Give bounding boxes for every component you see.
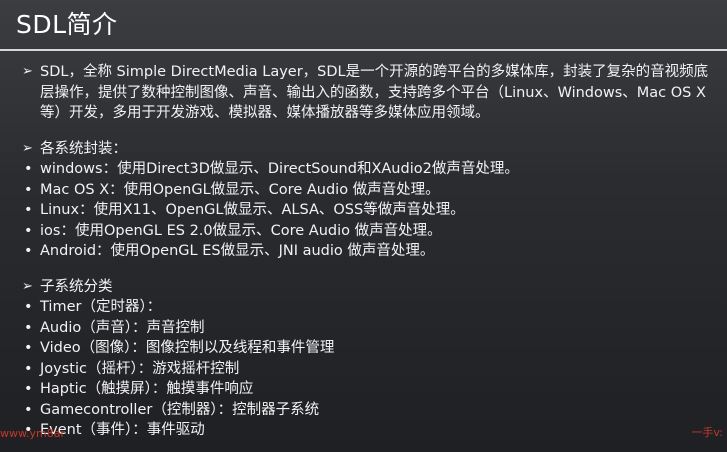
bullet-icon: • xyxy=(24,181,33,198)
watermark-left: www.ym8ar xyxy=(0,427,65,440)
list-item: • Gamecontroller（控制器）：控制器子系统 xyxy=(22,400,722,421)
bullet-icon: • xyxy=(24,243,33,259)
list-item: • ios：使用OpenGL ES 2.0做显示、Core Audio 做声音处理… xyxy=(22,221,722,242)
arrow-bullet-icon: ➢ xyxy=(22,140,33,156)
list-item: • Mac OS X：使用OpenGL做显示、Core Audio 做声音处理。 xyxy=(22,180,722,201)
bullet-icon: • xyxy=(24,319,33,336)
slide-content: ➢ SDL，全称 Simple DirectMedia Layer，SDL是一个… xyxy=(22,62,722,441)
platforms-list: • windows：使用Direct3D做显示、DirectSound和XAudi… xyxy=(22,159,722,262)
bullet-icon: • xyxy=(24,161,33,177)
subsystems-heading: ➢ 子系统分类 xyxy=(22,277,722,298)
bullet-icon: • xyxy=(24,202,33,218)
bullet-icon: • xyxy=(24,222,33,239)
list-item: • Audio（声音）：声音控制 xyxy=(22,318,722,339)
slide-title: SDL简介 xyxy=(16,10,118,39)
bullet-icon: • xyxy=(24,360,33,377)
list-item: • Android：使用OpenGL ES做显示、JNI audio 做声音处理。 xyxy=(22,241,722,262)
bullet-icon: • xyxy=(24,340,33,356)
arrow-bullet-icon: ➢ xyxy=(22,64,33,79)
platforms-heading-text: 各系统封装： xyxy=(40,140,127,157)
subsystems-heading-text: 子系统分类 xyxy=(40,278,113,295)
slide: SDL简介 ➢ SDL，全称 Simple DirectMedia Layer，… xyxy=(0,0,727,452)
list-item: • Timer（定时器）： xyxy=(22,297,722,318)
watermark-right: 一手v: xyxy=(691,426,723,439)
list-item: • windows：使用Direct3D做显示、DirectSound和XAudi… xyxy=(22,159,722,180)
subsystems-list: • Timer（定时器）： • Audio（声音）：声音控制 • Video（图像）：… xyxy=(22,297,722,441)
bullet-icon: • xyxy=(24,299,33,315)
arrow-bullet-icon: ➢ xyxy=(22,278,33,294)
intro-paragraph: ➢ SDL，全称 Simple DirectMedia Layer，SDL是一个… xyxy=(22,62,722,124)
platforms-heading: ➢ 各系统封装： xyxy=(22,139,722,160)
list-item: • Haptic（触摸屏）：触摸事件响应 xyxy=(22,379,722,400)
bullet-icon: • xyxy=(24,381,33,397)
intro-text: SDL，全称 Simple DirectMedia Layer，SDL是一个开源… xyxy=(40,64,709,121)
title-divider xyxy=(0,49,727,51)
list-item: • Joystic（摇杆）：游戏摇杆控制 xyxy=(22,359,722,380)
list-item: • Event（事件）：事件驱动 xyxy=(22,420,722,441)
list-item: • Linux：使用X11、OpenGL做显示、ALSA、OSS等做声音处理。 xyxy=(22,200,722,221)
bullet-icon: • xyxy=(24,401,33,418)
list-item: • Video（图像）：图像控制以及线程和事件管理 xyxy=(22,338,722,359)
